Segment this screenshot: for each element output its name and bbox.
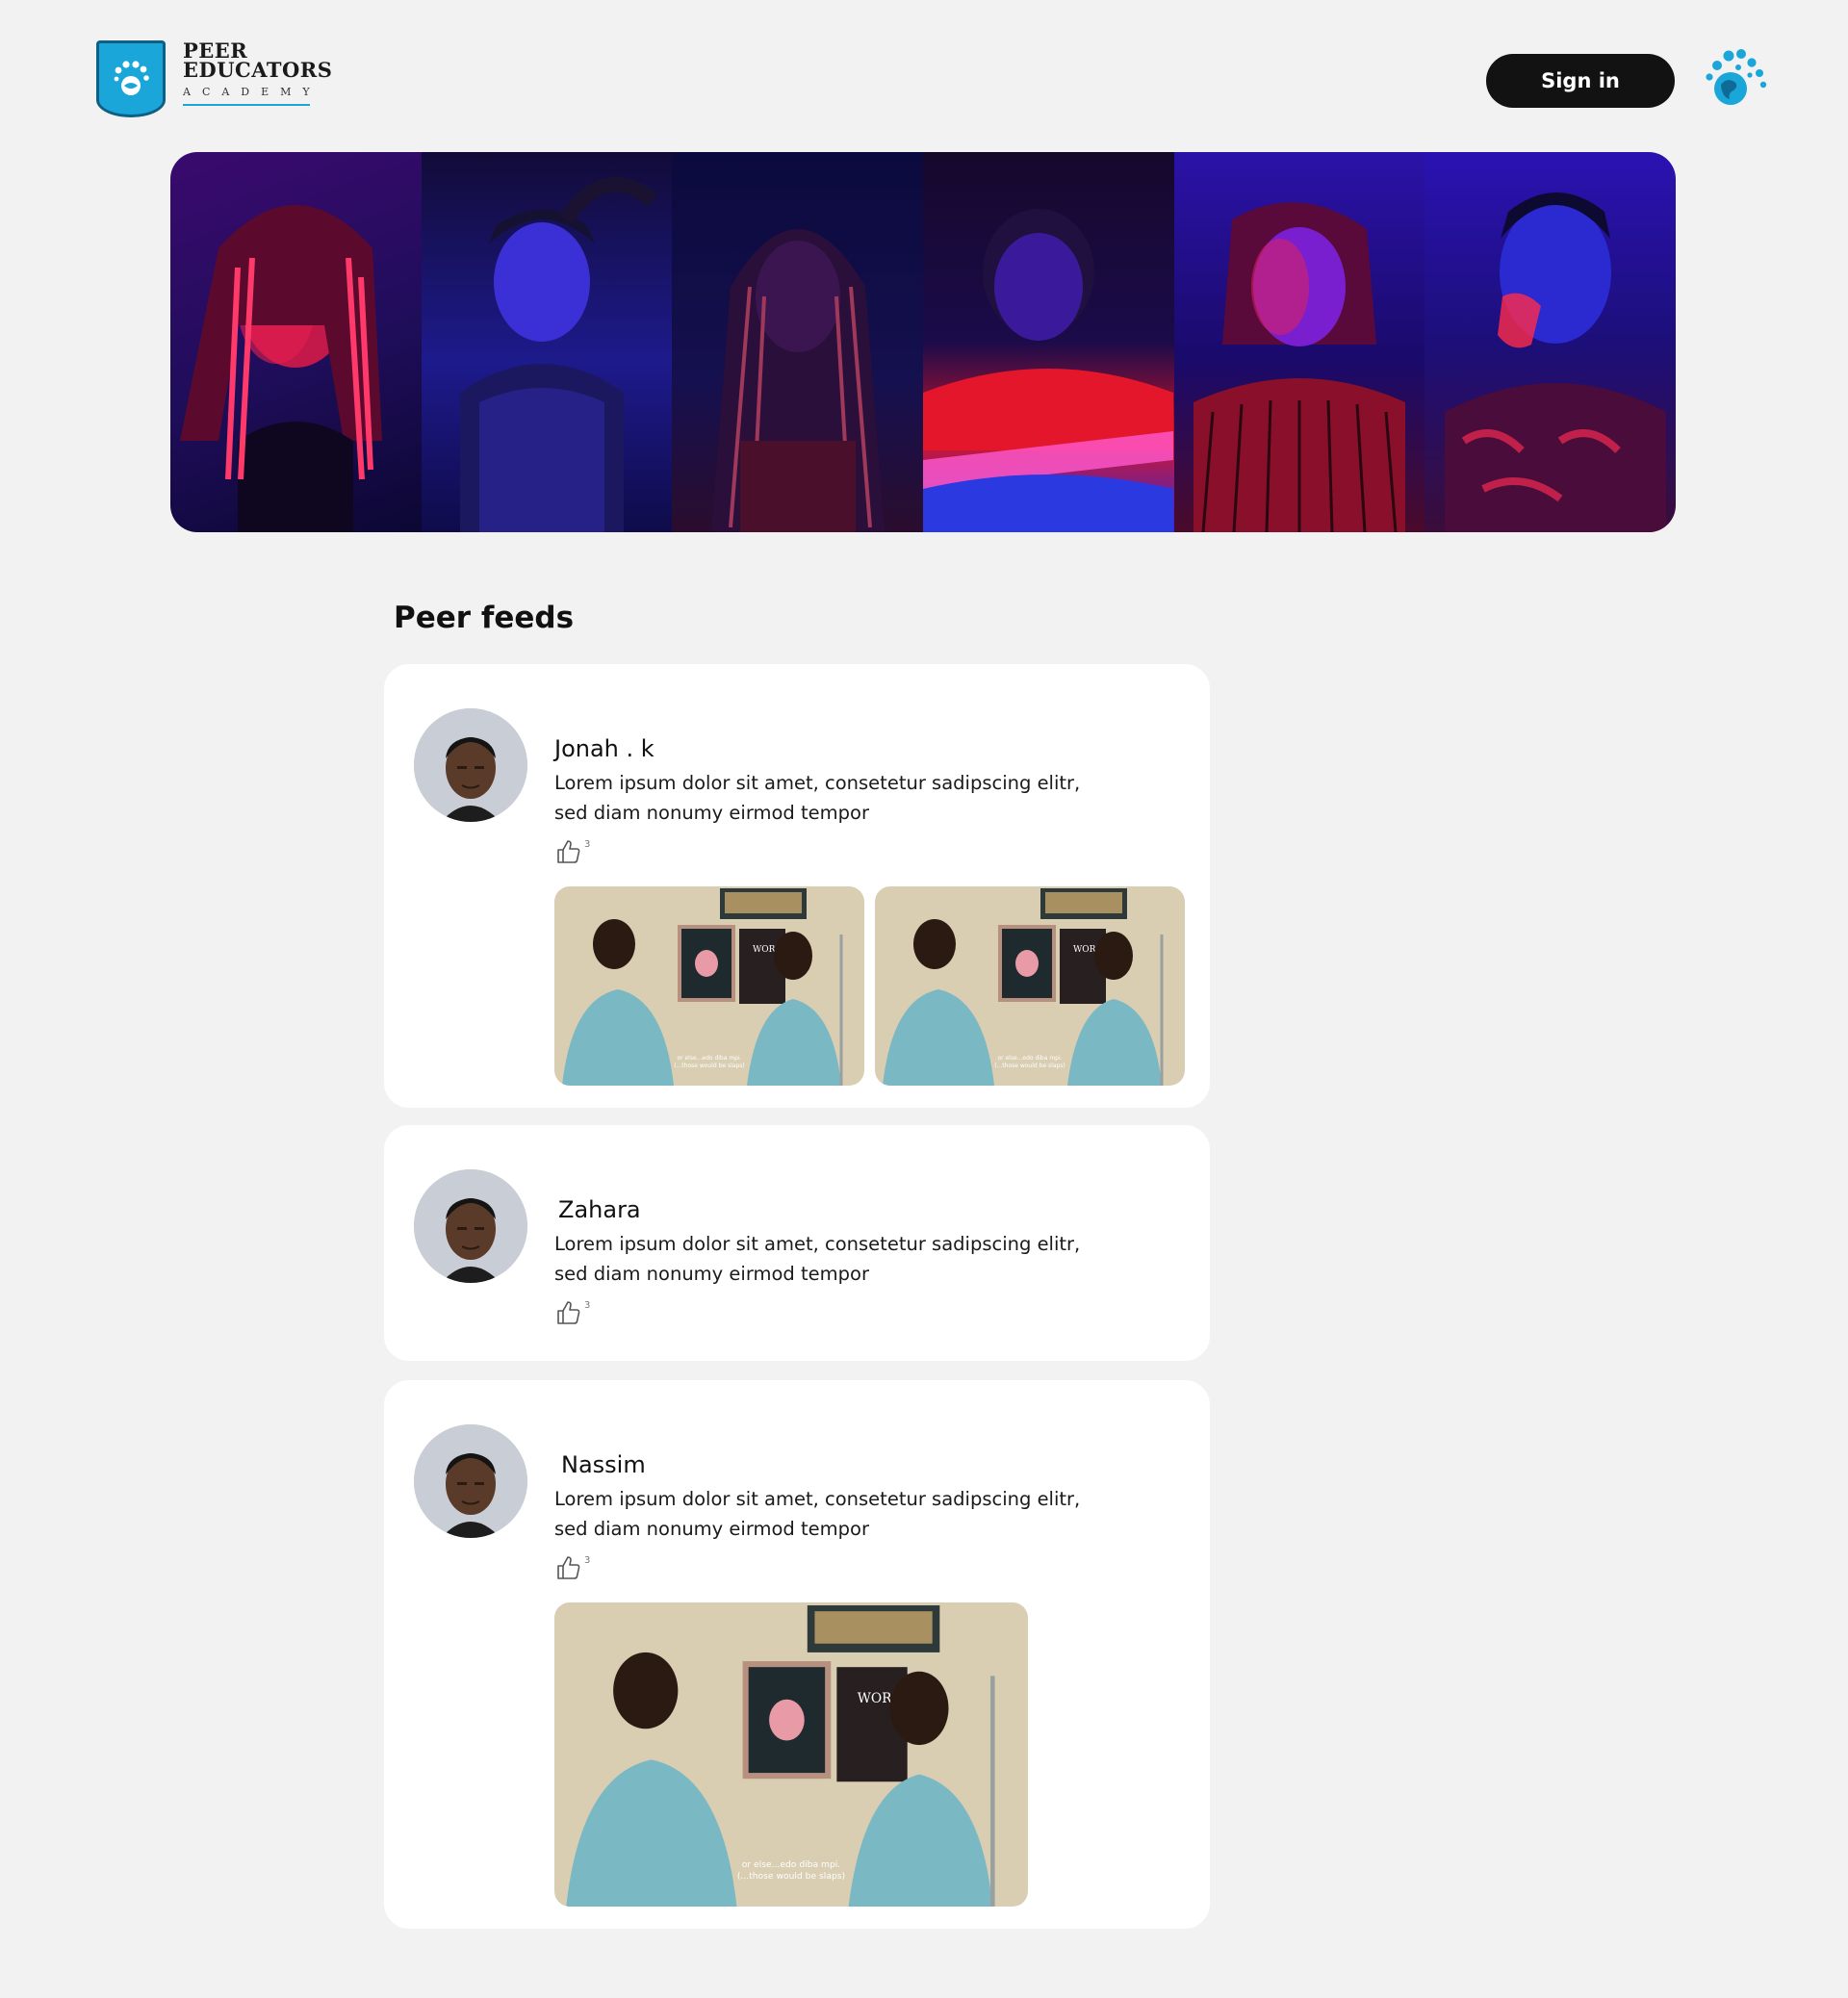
post-author[interactable]: Zahara [558, 1196, 641, 1223]
post-text: Lorem ipsum dolor sit amet, consetetur s… [554, 1233, 1081, 1285]
photo-caption-line2: (...those would be slaps) [737, 1871, 845, 1882]
hero-portrait-6 [1424, 152, 1676, 532]
brand-line-3: ACADEMY [183, 86, 321, 98]
avatar[interactable] [414, 1169, 527, 1283]
hero-portrait-2 [421, 152, 673, 532]
post-photo[interactable]: WORL or else...edo diba mpi. (...those w… [875, 886, 1185, 1086]
brand-logo[interactable]: PEER EDUCATORS ACADEMY [96, 38, 332, 120]
feed-title: Peer feeds [394, 601, 575, 635]
photo-caption-line1: or else...edo diba mpi. [997, 1055, 1062, 1062]
photo-caption-line2: (...those would be slaps) [674, 1063, 745, 1069]
post-photo[interactable]: WORL or else...edo diba mpi. (...those w… [554, 1602, 1028, 1907]
like-count: 3 [584, 1300, 591, 1311]
photo-caption-line2: (...those would be slaps) [994, 1063, 1065, 1069]
post-text: Lorem ipsum dolor sit amet, consetetur s… [554, 772, 1081, 824]
brand-underline [183, 104, 310, 106]
photo-caption-line1: or else...edo diba mpi. [677, 1055, 741, 1062]
post-card-3: Nassim Lorem ipsum dolor sit amet, conse… [384, 1380, 1210, 1929]
brand-line-2: EDUCATORS [183, 58, 333, 82]
thumbs-up-icon[interactable] [554, 1553, 583, 1582]
hero-portrait-3 [672, 152, 924, 532]
avatar[interactable] [414, 708, 527, 822]
like-count: 3 [584, 839, 591, 850]
thumbs-up-icon[interactable] [554, 837, 583, 866]
thumbs-up-icon[interactable] [554, 1298, 583, 1327]
post-card-2: Zahara Lorem ipsum dolor sit amet, conse… [384, 1125, 1210, 1361]
hero-portrait-4 [923, 152, 1174, 532]
hand-globe-icon[interactable] [1702, 46, 1769, 112]
avatar[interactable] [414, 1424, 527, 1538]
post-text: Lorem ipsum dolor sit amet, consetetur s… [554, 1488, 1081, 1540]
hero-portrait-1 [170, 152, 422, 532]
shield-logo-icon [96, 40, 166, 117]
post-photo[interactable]: WORL or else...edo diba mpi. (...those w… [554, 886, 864, 1086]
photo-caption-line1: or else...edo diba mpi. [742, 1859, 840, 1870]
hero-banner [170, 152, 1676, 532]
like-count: 3 [584, 1555, 591, 1566]
post-author[interactable]: Nassim [561, 1451, 646, 1478]
post-card-1: Jonah . k Lorem ipsum dolor sit amet, co… [384, 664, 1210, 1108]
hero-portrait-5 [1173, 152, 1425, 532]
sign-in-button[interactable]: Sign in [1486, 54, 1675, 108]
post-author[interactable]: Jonah . k [554, 735, 654, 762]
